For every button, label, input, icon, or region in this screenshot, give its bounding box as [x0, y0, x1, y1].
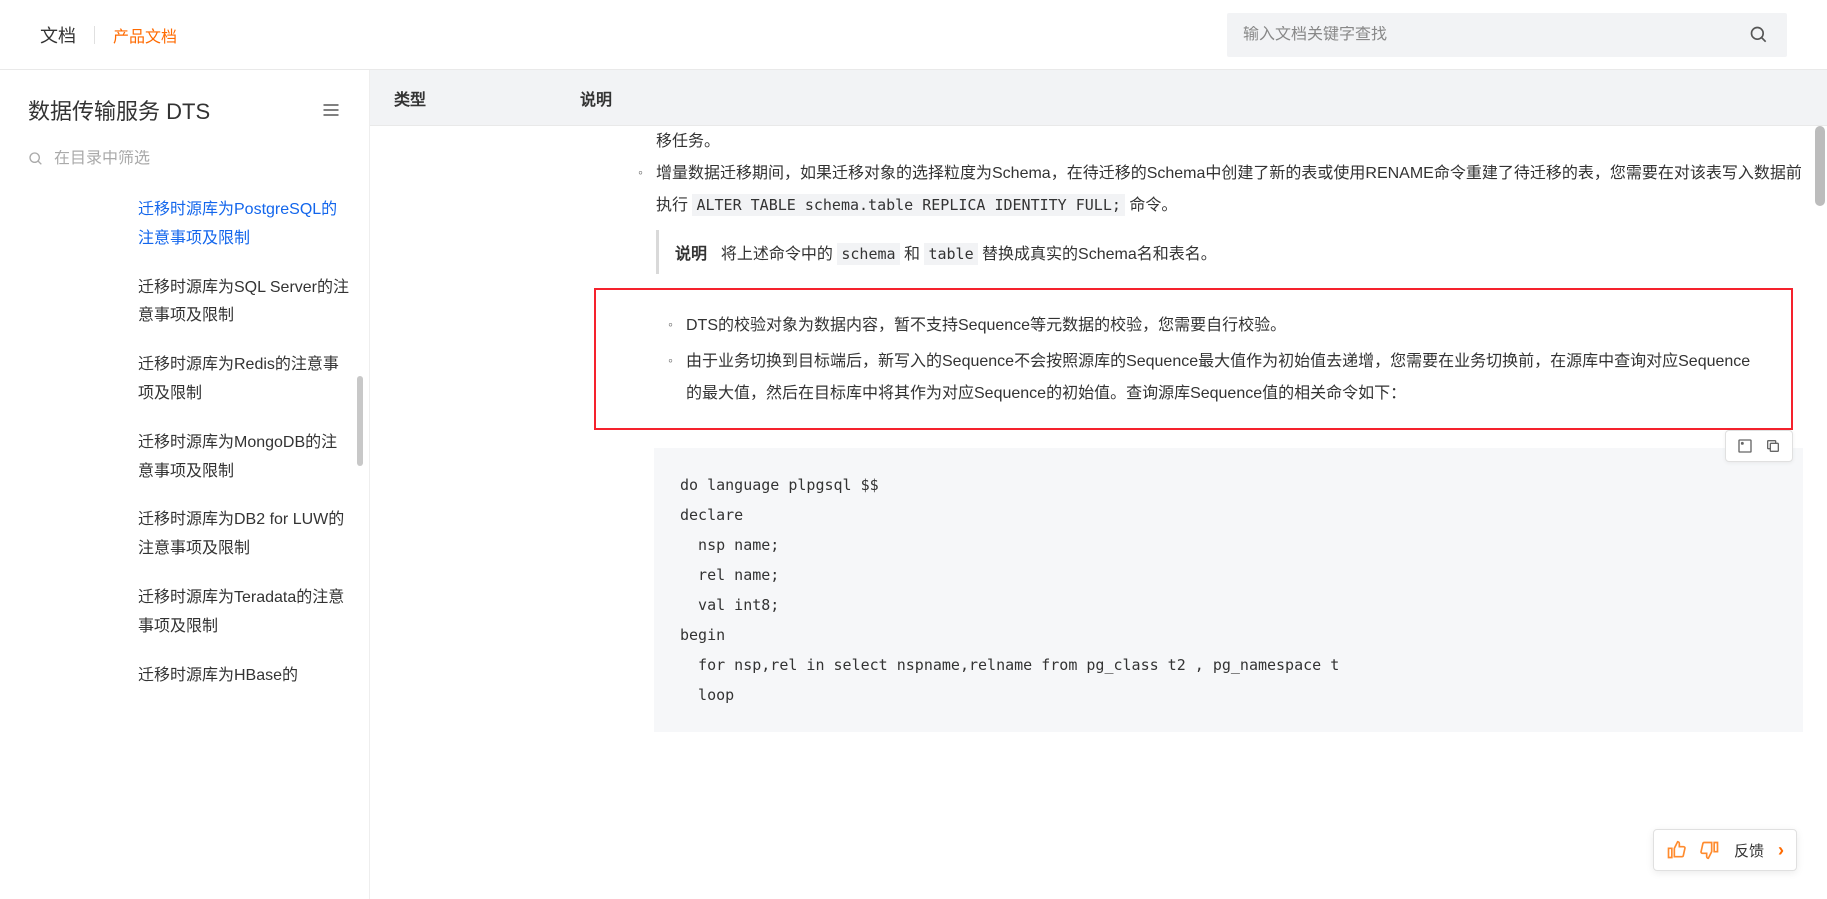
copy-icon[interactable] — [1764, 437, 1782, 455]
nc2: table — [924, 243, 977, 265]
content: 类型 说明 移任务。 增量数据迁移期间，如果迁移对象的选择粒度为Schema，在… — [370, 70, 1827, 899]
sidebar: 数据传输服务 DTS 迁移时源库为PostgreSQL的注意事项及限制 迁移时源… — [0, 70, 370, 899]
chevron-right-icon[interactable]: › — [1778, 840, 1784, 861]
nb: 和 — [900, 246, 925, 263]
note-box: 说明 将上述命令中的 schema 和 table 替换成真实的Schema名和… — [656, 230, 1803, 274]
li-dts-check: DTS的校验对象为数据内容，暂不支持Sequence等元数据的校验，您需要自行校… — [668, 310, 1763, 342]
header-title[interactable]: 文档 — [40, 22, 76, 48]
sidebar-head: 数据传输服务 DTS — [28, 94, 369, 126]
nav-item-teradata[interactable]: 迁移时源库为Teradata的注意事项及限制 — [138, 584, 369, 642]
nav-item-postgresql[interactable]: 迁移时源库为PostgreSQL的注意事项及限制 — [138, 196, 369, 254]
nav-list: 迁移时源库为PostgreSQL的注意事项及限制 迁移时源库为SQL Serve… — [28, 196, 369, 690]
header-divider — [94, 26, 95, 44]
na: 将上述命令中的 — [721, 246, 837, 263]
highlight-box: DTS的校验对象为数据内容，暂不支持Sequence等元数据的校验，您需要自行校… — [594, 288, 1793, 430]
header-subtitle[interactable]: 产品文档 — [113, 23, 177, 47]
feedback-label: 反馈 — [1734, 840, 1764, 861]
table-head: 类型 说明 — [370, 70, 1827, 126]
sidebar-scrollbar[interactable] — [357, 376, 363, 466]
nav-item-mongodb[interactable]: 迁移时源库为MongoDB的注意事项及限制 — [138, 429, 369, 487]
code-block: do language plpgsql $$ declare nsp name;… — [654, 448, 1803, 732]
menu-icon[interactable] — [321, 100, 341, 120]
trail-text: 移任务。 — [656, 126, 1803, 158]
th-desc: 说明 — [580, 86, 1827, 110]
nav-item-db2[interactable]: 迁移时源库为DB2 for LUW的注意事项及限制 — [138, 506, 369, 564]
li-sequence: 由于业务切换到目标端后，新写入的Sequence不会按照源库的Sequence最… — [668, 346, 1763, 410]
note-label: 说明 — [675, 246, 707, 263]
thumbs-down-icon[interactable] — [1700, 840, 1720, 860]
layout: 数据传输服务 DTS 迁移时源库为PostgreSQL的注意事项及限制 迁移时源… — [0, 70, 1827, 899]
th-type: 类型 — [370, 86, 580, 110]
code-text: do language plpgsql $$ declare nsp name;… — [680, 476, 1339, 704]
filter-input[interactable] — [54, 150, 261, 168]
nc: 替换成真实的Schema名和表名。 — [978, 246, 1217, 263]
nav-item-redis[interactable]: 迁移时源库为Redis的注意事项及限制 — [138, 351, 369, 409]
feedback-bar: 反馈 › — [1653, 829, 1797, 871]
filter-row[interactable] — [28, 150, 369, 168]
product-name[interactable]: 数据传输服务 DTS — [28, 94, 210, 126]
p1b: 命令。 — [1125, 197, 1177, 214]
li-alter-table: 增量数据迁移期间，如果迁移对象的选择粒度为Schema，在待迁移的Schema中… — [638, 158, 1803, 222]
nc1: schema — [837, 243, 899, 265]
code-actions — [1725, 430, 1793, 462]
search-icon[interactable] — [1747, 23, 1771, 47]
search-input[interactable] — [1243, 26, 1747, 44]
search-box[interactable] — [1227, 13, 1787, 57]
nav-item-sqlserver[interactable]: 迁移时源库为SQL Server的注意事项及限制 — [138, 274, 369, 332]
main-body: 移任务。 增量数据迁移期间，如果迁移对象的选择粒度为Schema，在待迁移的Sc… — [370, 126, 1827, 772]
nav-item-hbase[interactable]: 迁移时源库为HBase的 — [138, 662, 369, 691]
note-text: 将上述命令中的 schema 和 table 替换成真实的Schema名和表名。 — [721, 246, 1217, 263]
code-alter: ALTER TABLE schema.table REPLICA IDENTIT… — [692, 194, 1124, 216]
search-icon — [28, 151, 44, 167]
header-left: 文档 产品文档 — [40, 22, 177, 48]
fullscreen-icon[interactable] — [1736, 437, 1754, 455]
page-header: 文档 产品文档 — [0, 0, 1827, 70]
content-scrollbar[interactable] — [1815, 126, 1825, 206]
thumbs-up-icon[interactable] — [1666, 840, 1686, 860]
